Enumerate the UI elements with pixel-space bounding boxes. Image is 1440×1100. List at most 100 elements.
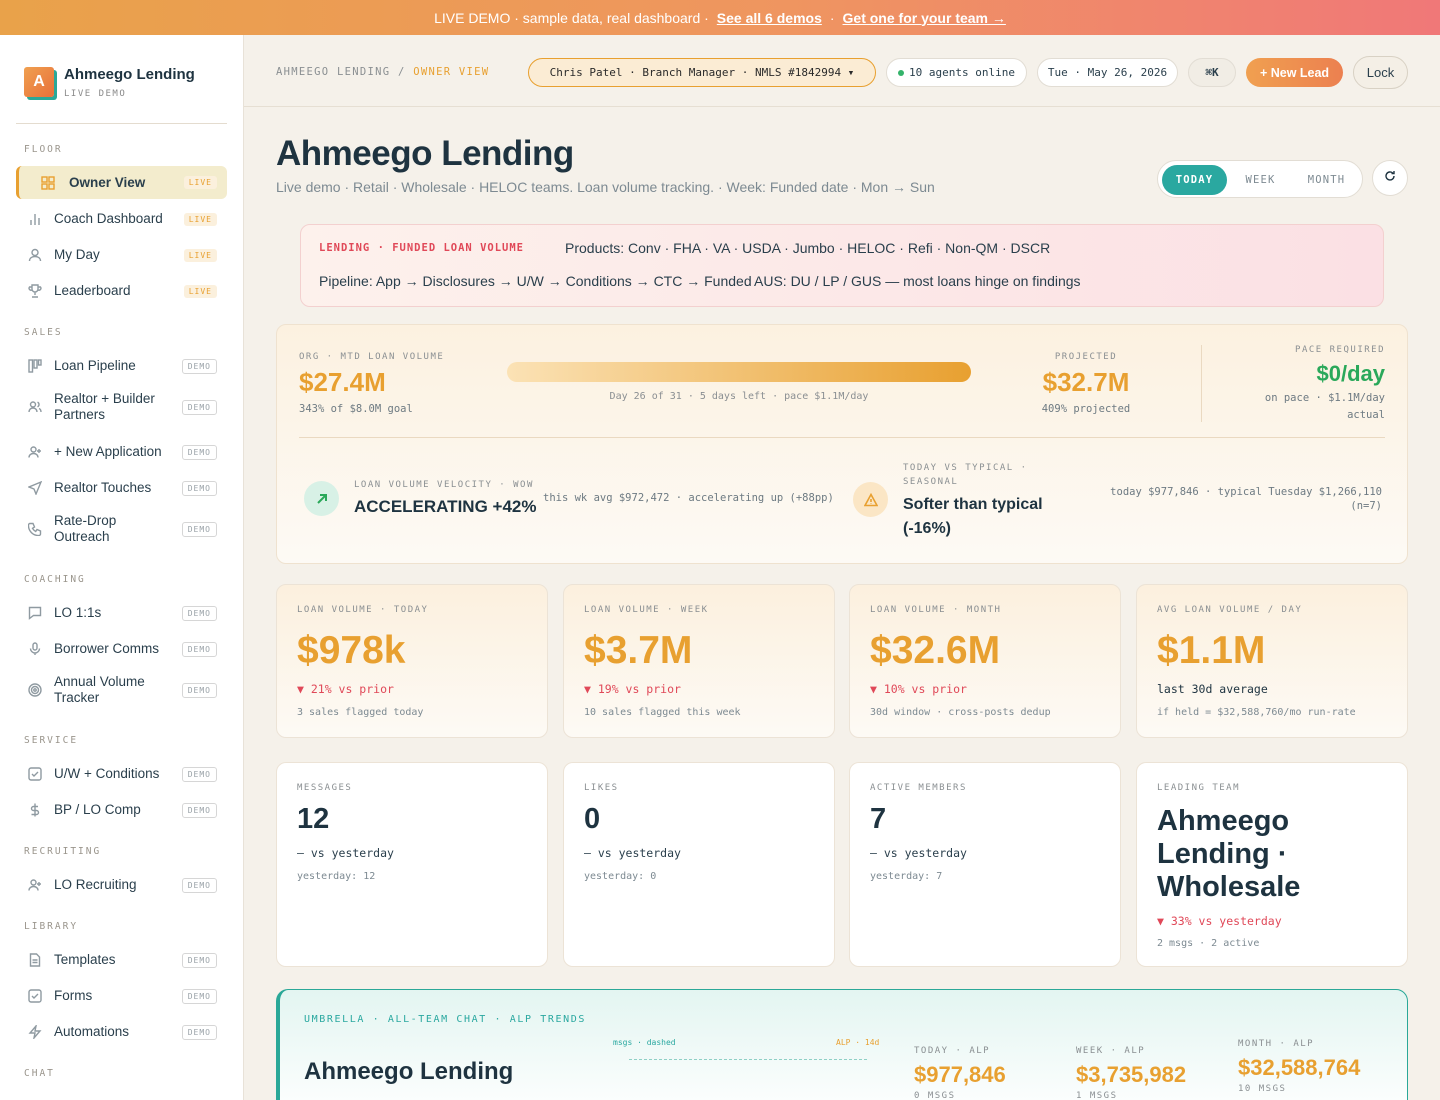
month-alp-label: MONTH · ALP bbox=[1238, 1039, 1315, 1049]
brand-logo[interactable]: A Ahmeego Lending LIVE DEMO bbox=[24, 66, 195, 99]
week-alp-label: WEEK · ALP bbox=[1076, 1046, 1146, 1056]
velocity-value: ACCELERATING +42% bbox=[354, 497, 537, 516]
sidebar-item-templates[interactable]: Templates DEMO bbox=[16, 948, 227, 972]
kpi-delta: ▼ 19% vs prior bbox=[584, 682, 681, 696]
page-title: Ahmeego Lending bbox=[276, 134, 574, 173]
stat-label: LIKES bbox=[584, 783, 619, 793]
sidebar-item-label: Realtor + Builder Partners bbox=[54, 391, 155, 422]
kpi-value: $32.6M bbox=[870, 629, 1001, 672]
refresh-icon bbox=[1384, 169, 1396, 187]
legend-msgs: msgs · dashed bbox=[613, 1038, 676, 1047]
projected-label: PROJECTED bbox=[1054, 352, 1118, 362]
get-team-link[interactable]: Get one for your team → bbox=[843, 10, 1006, 26]
today-alp-sub: 0 MSGS bbox=[914, 1091, 956, 1100]
section-coaching: COACHING bbox=[24, 574, 86, 585]
week-alp-value: $3,735,982 bbox=[1076, 1062, 1187, 1087]
sidebar-item-my-day[interactable]: My Day LIVE bbox=[16, 243, 227, 267]
brand-name: Ahmeego Lending bbox=[64, 66, 195, 83]
umbrella-tag: UMBRELLA · ALL-TEAM CHAT · ALP TRENDS bbox=[304, 1014, 586, 1025]
live-badge: LIVE bbox=[183, 248, 217, 262]
lock-button[interactable]: Lock bbox=[1353, 56, 1408, 89]
sidebar-item-lo-recruiting[interactable]: LO Recruiting DEMO bbox=[16, 873, 227, 897]
section-recruiting: RECRUITING bbox=[24, 846, 102, 857]
lending-info-banner: LENDING · FUNDED LOAN VOLUME Products: C… bbox=[300, 224, 1384, 307]
stat-value: 7 bbox=[870, 803, 887, 835]
stat-delta: — vs yesterday bbox=[870, 846, 967, 860]
demo-badge: DEMO bbox=[181, 988, 217, 1004]
sidebar: A Ahmeego Lending LIVE DEMO FLOOR Owner … bbox=[0, 35, 244, 1100]
kpi-value: $3.7M bbox=[584, 629, 693, 672]
stat-note: yesterday: 7 bbox=[870, 871, 943, 882]
tab-week[interactable]: WEEK bbox=[1228, 165, 1293, 195]
trophy-icon bbox=[28, 284, 42, 298]
sidebar-item-label: Coach Dashboard bbox=[54, 211, 163, 226]
demo-badge: DEMO bbox=[181, 399, 217, 415]
sidebar-item-label: Forms bbox=[54, 988, 93, 1003]
breadcrumb-sep: / bbox=[397, 66, 406, 78]
user-plus-icon bbox=[28, 878, 42, 892]
kpi-card-today: LOAN VOLUME · TODAY $978k ▼ 21% vs prior… bbox=[276, 584, 548, 738]
projected-value: $32.7M bbox=[1042, 367, 1130, 397]
sidebar-item-automations[interactable]: Automations DEMO bbox=[16, 1020, 227, 1044]
sidebar-item-label: Leaderboard bbox=[54, 283, 131, 298]
sidebar-item-label: U/W + Conditions bbox=[54, 766, 160, 781]
kpi-note: 3 sales flagged today bbox=[297, 707, 424, 718]
tab-month[interactable]: MONTH bbox=[1294, 165, 1359, 195]
sidebar-item-bp-lo-comp[interactable]: BP / LO Comp DEMO bbox=[16, 798, 227, 822]
kpi-label: AVG LOAN VOLUME / DAY bbox=[1157, 605, 1303, 615]
stat-value: 0 bbox=[584, 803, 601, 835]
kpi-note: 10 sales flagged this week bbox=[584, 707, 741, 718]
demo-badge: DEMO bbox=[181, 480, 217, 496]
breadcrumb-root[interactable]: AHMEEGO LENDING bbox=[276, 66, 390, 78]
sidebar-item-new-application[interactable]: + New Application DEMO bbox=[16, 440, 227, 464]
pace-label: PACE REQUIRED bbox=[1295, 345, 1385, 355]
stat-card-likes: LIKES 0 — vs yesterday yesterday: 0 bbox=[563, 762, 835, 967]
stat-note: yesterday: 0 bbox=[584, 871, 657, 882]
kpi-card-month: LOAN VOLUME · MONTH $32.6M ▼ 10% vs prio… bbox=[849, 584, 1121, 738]
user-plus-icon bbox=[28, 445, 42, 459]
see-demos-link[interactable]: See all 6 demos bbox=[717, 10, 822, 26]
kpi-value: $978k bbox=[297, 629, 406, 672]
sidebar-item-realtor-touches[interactable]: Realtor Touches DEMO bbox=[16, 476, 227, 500]
bar-chart-icon bbox=[28, 212, 42, 226]
dollar-icon bbox=[28, 803, 42, 817]
agents-online-text: 10 agents online bbox=[909, 66, 1015, 79]
new-lead-button[interactable]: + New Lead bbox=[1246, 58, 1343, 87]
breadcrumb-current: OWNER VIEW bbox=[413, 66, 490, 78]
sidebar-item-coach-dashboard[interactable]: Coach Dashboard LIVE bbox=[16, 207, 227, 231]
live-badge: LIVE bbox=[183, 176, 217, 189]
sidebar-item-label: Templates bbox=[54, 952, 116, 967]
velocity-label: LOAN VOLUME VELOCITY · WOW bbox=[354, 480, 534, 490]
stat-delta: — vs yesterday bbox=[584, 846, 681, 860]
sidebar-item-label: Annual Volume Tracker bbox=[54, 674, 145, 705]
sidebar-item-realtor-builder-partners[interactable]: Realtor + Builder Partners DEMO bbox=[16, 389, 227, 425]
kpi-note: 30d window · cross-posts dedup bbox=[870, 707, 1051, 718]
user-selector[interactable]: Chris Patel · Branch Manager · NMLS #184… bbox=[528, 58, 876, 87]
sidebar-item-leaderboard[interactable]: Leaderboard LIVE bbox=[16, 279, 227, 303]
grid-icon bbox=[41, 175, 55, 190]
demo-badge: DEMO bbox=[181, 358, 217, 374]
sidebar-item-forms[interactable]: Forms DEMO bbox=[16, 984, 227, 1008]
kpi-value: $1.1M bbox=[1157, 629, 1266, 672]
sidebar-item-borrower-comms[interactable]: Borrower Comms DEMO bbox=[16, 637, 227, 661]
stat-label: ACTIVE MEMBERS bbox=[870, 783, 967, 793]
tab-today[interactable]: TODAY bbox=[1162, 165, 1227, 195]
sidebar-item-uw-conditions[interactable]: U/W + Conditions DEMO bbox=[16, 762, 227, 786]
command-palette-button[interactable]: ⌘K bbox=[1188, 58, 1236, 87]
section-library: LIBRARY bbox=[24, 921, 79, 932]
sidebar-item-label: Borrower Comms bbox=[54, 641, 160, 656]
sidebar-item-lo-1-1s[interactable]: LO 1:1s DEMO bbox=[16, 601, 227, 625]
refresh-button[interactable] bbox=[1372, 160, 1408, 196]
warning-icon bbox=[853, 482, 888, 517]
sidebar-item-rate-drop-outreach[interactable]: Rate-Drop Outreach DEMO bbox=[16, 511, 227, 547]
sidebar-item-annual-volume-tracker[interactable]: Annual Volume Tracker DEMO bbox=[16, 672, 227, 708]
sidebar-item-loan-pipeline[interactable]: Loan Pipeline DEMO bbox=[16, 354, 227, 378]
info-pipeline: Pipeline: App → Disclosures → U/W → Cond… bbox=[319, 273, 752, 289]
sidebar-item-owner-view[interactable]: Owner View LIVE bbox=[16, 166, 227, 199]
kpi-card-avg-day: AVG LOAN VOLUME / DAY $1.1M last 30d ave… bbox=[1136, 584, 1408, 738]
stat-card-active-members: ACTIVE MEMBERS 7 — vs yesterday yesterda… bbox=[849, 762, 1121, 967]
stat-delta: — vs yesterday bbox=[297, 846, 394, 860]
checkbox-icon bbox=[28, 989, 42, 1003]
trend-line bbox=[629, 1059, 867, 1060]
send-icon bbox=[28, 481, 42, 495]
